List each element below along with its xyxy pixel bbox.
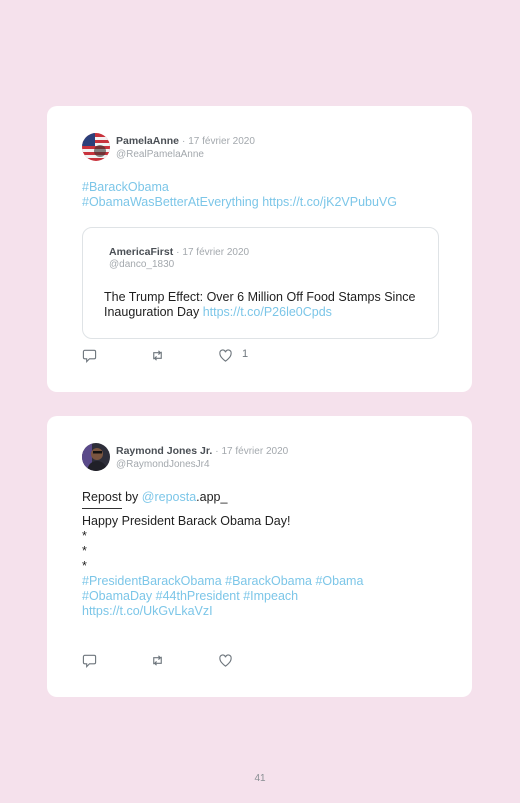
- tweet-text: #BarackObama #ObamaWasBetterAtEverything…: [82, 180, 397, 210]
- repost-prefix: Repost by: [82, 490, 142, 504]
- author-line: Raymond Jones Jr. · 17 février 2020: [116, 445, 288, 457]
- like-icon[interactable]: [218, 348, 234, 364]
- mention-link[interactable]: @reposta: [142, 490, 196, 504]
- reply-icon[interactable]: [82, 653, 98, 669]
- hashtags-line[interactable]: #PresidentBarackObama #BarackObama #Obam…: [82, 574, 363, 589]
- hashtag-link[interactable]: #ObamaWasBetterAtEverything: [82, 195, 259, 209]
- url-link[interactable]: https://t.co/P26le0Cpds: [203, 305, 332, 319]
- avatar[interactable]: [82, 443, 110, 471]
- retweet-icon[interactable]: [150, 653, 166, 669]
- quoted-author-line: AmericaFirst · 17 février 2020: [109, 246, 249, 258]
- author-handle[interactable]: @RealPamelaAnne: [116, 149, 204, 160]
- star-line: *: [82, 544, 87, 558]
- star-line: *: [82, 559, 87, 573]
- url-link[interactable]: https://t.co/jK2VPubuVG: [262, 195, 397, 209]
- like-count: 1: [242, 348, 249, 360]
- quoted-tweet[interactable]: AmericaFirst · 17 février 2020 @danco_18…: [82, 227, 439, 339]
- star-line: *: [82, 529, 87, 543]
- tweet-card-1: PamelaAnne · 17 février 2020 @RealPamela…: [47, 106, 472, 392]
- url-link[interactable]: https://t.co/UkGvLkaVzI: [82, 604, 363, 619]
- tweet-actions: [82, 653, 282, 669]
- divider: [82, 508, 122, 509]
- separator: ·: [181, 136, 186, 147]
- quoted-author-handle[interactable]: @danco_1830: [109, 259, 174, 270]
- main-text: Happy President Barack Obama Day!: [82, 514, 291, 528]
- retweet-icon[interactable]: [150, 348, 166, 364]
- tweet-date[interactable]: 17 février 2020: [188, 136, 255, 147]
- page-number: 41: [254, 773, 266, 784]
- tweet-card-2: Raymond Jones Jr. · 17 février 2020 @Ray…: [47, 416, 472, 697]
- quoted-tweet-text: The Trump Effect: Over 6 Million Off Foo…: [104, 290, 424, 320]
- quoted-tweet-date[interactable]: 17 février 2020: [182, 247, 249, 258]
- separator: ·: [215, 446, 219, 457]
- avatar[interactable]: [82, 133, 110, 161]
- author-name[interactable]: PamelaAnne: [116, 135, 179, 147]
- like-icon[interactable]: [218, 653, 234, 669]
- person-avatar-icon: [82, 443, 110, 471]
- tweet-text: Repost by @reposta.app_ Happy President …: [82, 490, 363, 619]
- separator: ·: [176, 247, 180, 258]
- author-handle[interactable]: @RaymondJonesJr4: [116, 459, 210, 470]
- hashtags-line[interactable]: #ObamaDay #44thPresident #Impeach: [82, 589, 363, 604]
- tweet-actions: 1: [82, 348, 282, 364]
- author-line: PamelaAnne · 17 février 2020: [116, 135, 255, 147]
- quoted-author-name[interactable]: AmericaFirst: [109, 246, 173, 258]
- reply-icon[interactable]: [82, 348, 98, 364]
- tweet-date[interactable]: 17 février 2020: [221, 446, 288, 457]
- repost-suffix: .app_: [196, 490, 228, 504]
- repost-line: Repost by @reposta.app_: [82, 490, 363, 505]
- hashtag-link[interactable]: #BarackObama: [82, 180, 397, 195]
- flag-avatar-icon: [82, 133, 110, 161]
- author-name[interactable]: Raymond Jones Jr.: [116, 445, 212, 457]
